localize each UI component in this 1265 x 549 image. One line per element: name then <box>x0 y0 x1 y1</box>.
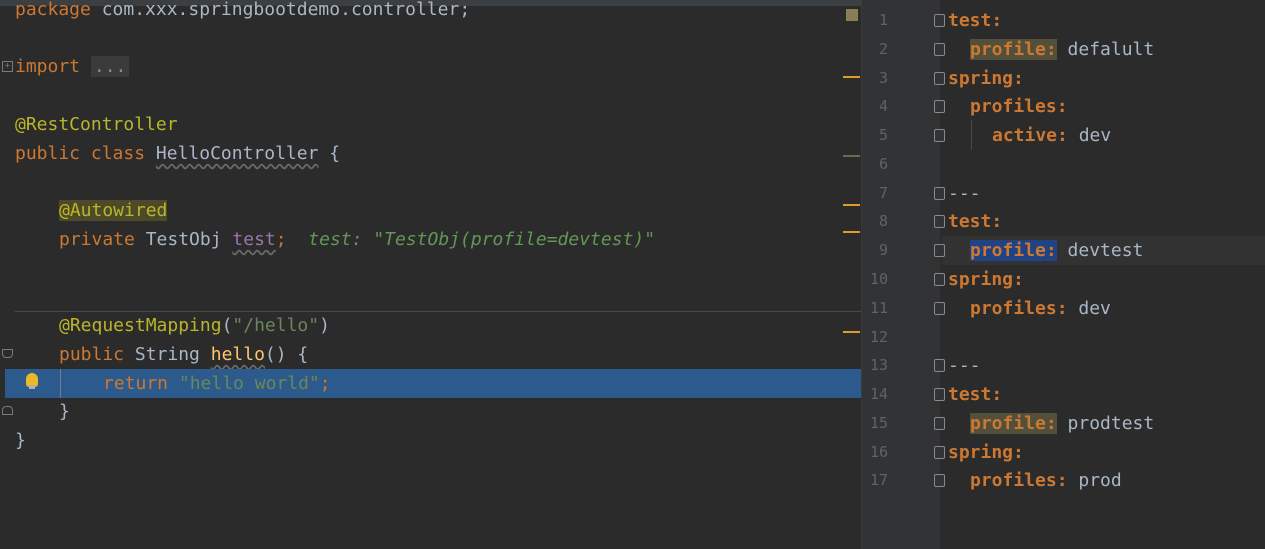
line-number: 5 <box>878 126 888 144</box>
import-line[interactable]: import ... <box>15 52 130 81</box>
java-editor[interactable]: package com.xxx.springbootdemo.controlle… <box>0 0 861 549</box>
rest-controller-annotation[interactable]: @RestController <box>15 110 178 139</box>
yaml-line[interactable]: test: <box>948 380 1002 409</box>
line-number: 6 <box>878 155 888 173</box>
scroll-marker-field[interactable] <box>843 231 860 233</box>
lightbulb-icon[interactable] <box>26 373 38 389</box>
method-close-brace: } <box>59 401 70 422</box>
fold-marker-icon[interactable] <box>934 215 945 228</box>
yaml-document-separator[interactable]: --- <box>948 179 981 208</box>
yaml-line[interactable]: profile: defalult <box>970 35 1154 64</box>
line-number: 3 <box>878 69 888 87</box>
fold-marker-icon[interactable] <box>934 72 945 85</box>
fold-marker-icon[interactable] <box>934 359 945 372</box>
scroll-marker-mapping[interactable] <box>843 331 860 333</box>
line-number: 2 <box>878 40 888 58</box>
yaml-editor[interactable]: 1 2 3 4 5 6 7 8 9 10 11 12 13 14 15 16 1… <box>861 0 1265 549</box>
yaml-document-separator[interactable]: --- <box>948 351 981 380</box>
fold-method-icon[interactable] <box>2 349 13 358</box>
yaml-line[interactable]: profiles: <box>970 92 1068 121</box>
fold-marker-icon[interactable] <box>934 129 945 142</box>
return-statement[interactable]: return "hello world"; <box>103 369 331 398</box>
fold-marker-icon[interactable] <box>934 273 945 286</box>
fold-marker-icon[interactable] <box>934 302 945 315</box>
yaml-line[interactable]: test: <box>948 207 1002 236</box>
line-number: 1 <box>878 11 888 29</box>
method-declaration[interactable]: public String hello() { <box>59 340 308 369</box>
fold-marker-icon[interactable] <box>934 417 945 430</box>
line-number: 4 <box>878 97 888 115</box>
yaml-line[interactable]: spring: <box>948 438 1024 467</box>
field-name[interactable]: test <box>232 229 275 250</box>
fold-marker-icon[interactable] <box>934 43 945 56</box>
fold-marker-icon[interactable] <box>934 100 945 113</box>
fold-marker-icon[interactable] <box>934 14 945 27</box>
yaml-line[interactable]: spring: <box>948 265 1024 294</box>
yaml-line-selected[interactable]: profile: devtest <box>970 236 1143 265</box>
package-line[interactable]: package com.xxx.springbootdemo.controlle… <box>15 0 470 24</box>
scroll-marker-autowired[interactable] <box>843 204 860 206</box>
yaml-line[interactable]: profile: prodtest <box>970 409 1154 438</box>
class-declaration[interactable]: public class HelloController { <box>15 139 340 168</box>
fold-expand-icon[interactable]: + <box>2 61 13 72</box>
line-number: 12 <box>869 328 888 346</box>
line-number: 7 <box>878 184 888 202</box>
yaml-line[interactable]: test: <box>948 6 1002 35</box>
line-number: 11 <box>869 299 888 317</box>
line-number: 16 <box>869 443 888 461</box>
field-declaration[interactable]: private TestObj test; test: "TestObj(pro… <box>59 225 655 254</box>
line-number: 10 <box>869 270 888 288</box>
fold-marker-icon[interactable] <box>934 474 945 487</box>
line-number: 8 <box>878 212 888 230</box>
fold-marker-icon[interactable] <box>934 388 945 401</box>
line-number: 14 <box>869 385 888 403</box>
scroll-marker-import[interactable] <box>843 76 860 78</box>
scroll-status-marker[interactable] <box>846 9 858 21</box>
class-close-brace: } <box>15 430 26 451</box>
folded-imports[interactable]: ... <box>90 56 130 77</box>
line-number: 15 <box>869 414 888 432</box>
indent-guide <box>60 369 61 398</box>
yaml-line[interactable]: profiles: dev <box>970 294 1111 323</box>
line-number: 13 <box>869 356 888 374</box>
autowired-annotation[interactable]: @Autowired <box>59 196 168 225</box>
scroll-marker-class[interactable] <box>843 155 860 157</box>
yaml-line[interactable]: spring: <box>948 64 1024 93</box>
line-number: 9 <box>878 241 888 259</box>
fold-marker-icon[interactable] <box>934 187 945 200</box>
fold-marker-icon[interactable] <box>934 244 945 257</box>
yaml-line[interactable]: profiles: prod <box>970 466 1122 495</box>
method-name[interactable]: hello <box>211 344 265 365</box>
yaml-indent-guide <box>971 120 972 150</box>
fold-end-icon[interactable] <box>2 406 13 415</box>
fold-marker-icon[interactable] <box>934 446 945 459</box>
yaml-line[interactable]: active: dev <box>992 121 1111 150</box>
line-number: 17 <box>869 471 888 489</box>
debug-value-hint: test: "TestObj(profile=devtest)" <box>308 229 656 250</box>
request-mapping-annotation[interactable]: @RequestMapping("/hello") <box>59 311 330 340</box>
class-name[interactable]: HelloController <box>156 143 319 164</box>
